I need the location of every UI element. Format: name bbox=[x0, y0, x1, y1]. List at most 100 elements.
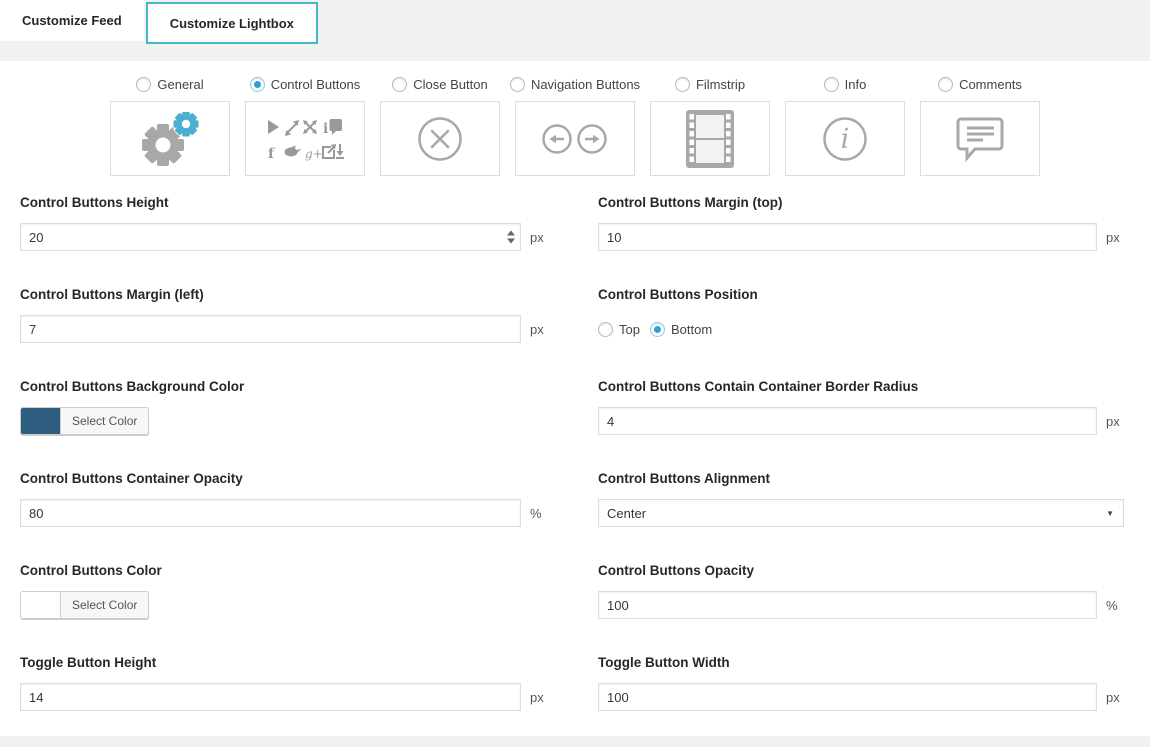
toggle-button-height-input[interactable] bbox=[20, 683, 521, 711]
section-box-navigation-buttons[interactable] bbox=[515, 101, 635, 176]
field-label: Control Buttons Opacity bbox=[598, 563, 1124, 578]
section-radio-navigation-buttons[interactable]: Navigation Buttons bbox=[515, 74, 635, 94]
buttons-color-picker-button[interactable]: Select Color bbox=[20, 591, 149, 619]
field-label: Control Buttons Height bbox=[20, 195, 548, 210]
field-label: Control Buttons Container Opacity bbox=[20, 471, 548, 486]
svg-text:i: i bbox=[841, 124, 850, 155]
alignment-select[interactable]: Center ▼ bbox=[598, 499, 1124, 527]
field-label: Control Buttons Alignment bbox=[598, 471, 1124, 486]
section-info: Info i bbox=[785, 74, 905, 176]
section-filmstrip: Filmstrip bbox=[650, 74, 770, 176]
unit-suffix: px bbox=[530, 690, 548, 705]
position-bottom-label[interactable]: Bottom bbox=[671, 322, 712, 337]
section-label-navigation-buttons[interactable]: Navigation Buttons bbox=[531, 77, 640, 92]
tab-bar: Customize Feed Customize Lightbox bbox=[0, 0, 1150, 46]
general-radio[interactable] bbox=[136, 77, 151, 92]
container-opacity-input[interactable] bbox=[20, 499, 521, 527]
section-label-control-buttons[interactable]: Control Buttons bbox=[271, 77, 361, 92]
section-box-control-buttons[interactable]: i f g+ bbox=[245, 101, 365, 176]
field-container-opacity: Control Buttons Container Opacity % bbox=[20, 471, 548, 527]
spinner-up-icon[interactable] bbox=[507, 231, 515, 236]
lightbox-settings-panel: General bbox=[0, 61, 1150, 736]
field-label: Toggle Button Height bbox=[20, 655, 548, 670]
unit-suffix: px bbox=[1106, 414, 1124, 429]
chevron-down-icon: ▼ bbox=[1106, 509, 1114, 518]
field-toggle-button-width: Toggle Button Width px bbox=[598, 655, 1124, 711]
control-buttons-margin-top-input[interactable] bbox=[598, 223, 1097, 251]
section-label-close-button[interactable]: Close Button bbox=[413, 77, 487, 92]
section-radio-close-button[interactable]: Close Button bbox=[380, 74, 500, 94]
field-label: Control Buttons Margin (left) bbox=[20, 287, 548, 302]
number-spinner[interactable] bbox=[507, 231, 515, 244]
field-label: Control Buttons Position bbox=[598, 287, 1124, 302]
section-radio-control-buttons[interactable]: Control Buttons bbox=[245, 74, 365, 94]
unit-suffix: px bbox=[1106, 230, 1124, 245]
close-button-radio[interactable] bbox=[392, 77, 407, 92]
spinner-down-icon[interactable] bbox=[507, 239, 515, 244]
field-control-buttons-margin-top: Control Buttons Margin (top) px bbox=[598, 195, 1124, 251]
alignment-selected-value: Center bbox=[607, 506, 646, 521]
control-buttons-opacity-input[interactable] bbox=[598, 591, 1097, 619]
select-color-label: Select Color bbox=[61, 592, 148, 618]
field-control-buttons-background-color: Control Buttons Background Color Select … bbox=[20, 379, 548, 435]
section-radio-general[interactable]: General bbox=[110, 74, 230, 94]
svg-text:i: i bbox=[323, 121, 328, 137]
section-close-button: Close Button bbox=[380, 74, 500, 176]
section-label-filmstrip[interactable]: Filmstrip bbox=[696, 77, 745, 92]
background-color-swatch bbox=[21, 408, 61, 434]
svg-text:g+: g+ bbox=[305, 147, 323, 161]
field-control-buttons-height: Control Buttons Height px bbox=[20, 195, 548, 251]
field-control-buttons-margin-left: Control Buttons Margin (left) px bbox=[20, 287, 548, 343]
unit-suffix: % bbox=[1106, 598, 1124, 613]
section-selector: General bbox=[0, 74, 1150, 176]
section-comments: Comments bbox=[920, 74, 1040, 176]
control-buttons-icon: i f g+ bbox=[265, 116, 345, 162]
section-navigation-buttons: Navigation Buttons bbox=[515, 74, 635, 176]
container-border-radius-input[interactable] bbox=[598, 407, 1097, 435]
gears-icon bbox=[139, 112, 201, 166]
section-box-general[interactable] bbox=[110, 101, 230, 176]
section-radio-info[interactable]: Info bbox=[785, 74, 905, 94]
toggle-button-width-input[interactable] bbox=[598, 683, 1097, 711]
filmstrip-radio[interactable] bbox=[675, 77, 690, 92]
section-label-comments[interactable]: Comments bbox=[959, 77, 1022, 92]
select-color-label: Select Color bbox=[61, 408, 148, 434]
comments-radio[interactable] bbox=[938, 77, 953, 92]
section-box-info[interactable]: i bbox=[785, 101, 905, 176]
tab-customize-lightbox[interactable]: Customize Lightbox bbox=[146, 2, 318, 44]
section-radio-comments[interactable]: Comments bbox=[920, 74, 1040, 94]
section-general: General bbox=[110, 74, 230, 176]
section-radio-filmstrip[interactable]: Filmstrip bbox=[650, 74, 770, 94]
position-top-radio[interactable] bbox=[598, 322, 613, 337]
section-label-info[interactable]: Info bbox=[845, 77, 867, 92]
control-buttons-radio[interactable] bbox=[250, 77, 265, 92]
field-control-buttons-color: Control Buttons Color Select Color bbox=[20, 563, 548, 619]
control-buttons-height-input[interactable] bbox=[20, 223, 521, 251]
navigation-buttons-radio[interactable] bbox=[510, 77, 525, 92]
unit-suffix: % bbox=[530, 506, 548, 521]
field-label: Toggle Button Width bbox=[598, 655, 1124, 670]
svg-text:f: f bbox=[268, 146, 275, 162]
field-container-border-radius: Control Buttons Contain Container Border… bbox=[598, 379, 1124, 435]
field-label: Control Buttons Background Color bbox=[20, 379, 548, 394]
control-buttons-margin-left-input[interactable] bbox=[20, 315, 521, 343]
unit-suffix: px bbox=[530, 230, 548, 245]
close-circle-icon bbox=[415, 114, 465, 164]
section-label-general[interactable]: General bbox=[157, 77, 203, 92]
section-box-close-button[interactable] bbox=[380, 101, 500, 176]
section-control-buttons: Control Buttons i bbox=[245, 74, 365, 176]
control-buttons-settings-form: Control Buttons Height px Control Button… bbox=[0, 195, 1150, 747]
section-box-comments[interactable] bbox=[920, 101, 1040, 176]
comment-bubble-icon bbox=[953, 115, 1007, 163]
tab-customize-feed[interactable]: Customize Feed bbox=[0, 0, 144, 41]
section-box-filmstrip[interactable] bbox=[650, 101, 770, 176]
unit-suffix: px bbox=[530, 322, 548, 337]
info-radio[interactable] bbox=[824, 77, 839, 92]
field-label: Control Buttons Margin (top) bbox=[598, 195, 1124, 210]
field-control-buttons-position: Control Buttons Position Top Bottom bbox=[598, 287, 1124, 343]
background-color-picker-button[interactable]: Select Color bbox=[20, 407, 149, 435]
field-control-buttons-alignment: Control Buttons Alignment Center ▼ bbox=[598, 471, 1124, 527]
filmstrip-icon bbox=[683, 108, 737, 170]
position-top-label[interactable]: Top bbox=[619, 322, 640, 337]
position-bottom-radio[interactable] bbox=[650, 322, 665, 337]
